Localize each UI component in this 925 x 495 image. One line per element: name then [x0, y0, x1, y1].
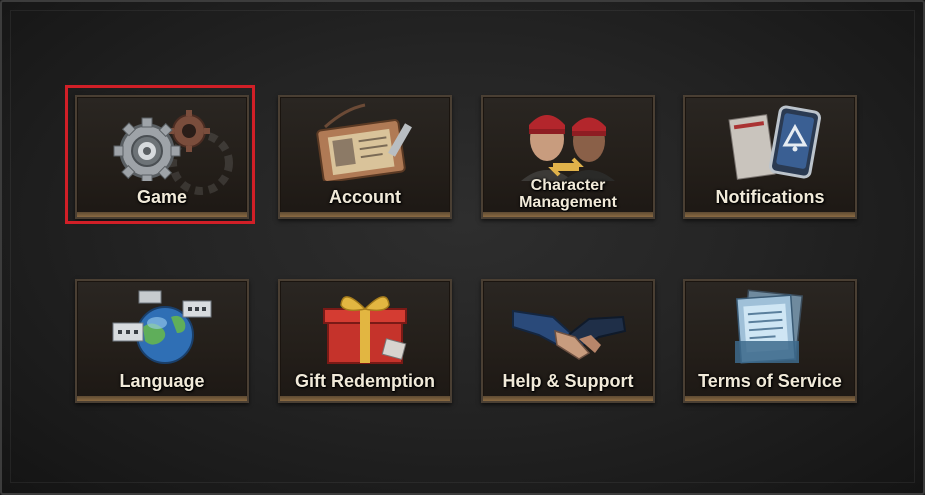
tile-label: Terms of Service: [698, 371, 842, 391]
tile-notifications[interactable]: Notifications: [683, 95, 857, 219]
tile-character-management[interactable]: Character Management: [481, 95, 655, 219]
tile-language[interactable]: Language: [75, 279, 249, 403]
panel-frame: [10, 10, 915, 483]
tile-label: Notifications: [715, 187, 825, 207]
character-swap-icon: [521, 115, 615, 181]
tile-gift-redemption[interactable]: Gift Redemption: [278, 279, 452, 403]
tile-terms-of-service[interactable]: Terms of Service: [683, 279, 857, 403]
selection-highlight: [65, 85, 255, 224]
documents-icon: [735, 289, 804, 364]
settings-panel: Game Account Character Management Notifi…: [0, 0, 925, 495]
tile-label: Gift Redemption: [295, 371, 435, 391]
tile-label: Help & Support: [502, 371, 634, 391]
tile-help-support[interactable]: Help & Support: [481, 279, 655, 403]
tile-label-line-1: Character: [530, 177, 606, 194]
tile-account[interactable]: Account: [278, 95, 452, 219]
tile-label-line-2: Management: [519, 194, 617, 211]
tile-label: Language: [119, 371, 205, 391]
globe-chat-icon: [112, 290, 212, 364]
tile-label: Account: [329, 187, 401, 207]
tile-label: Character Management: [483, 177, 653, 211]
gift-box-icon: [323, 296, 407, 364]
phone-bell-icon: [728, 105, 821, 180]
id-card-icon: [316, 103, 412, 181]
handshake-icon: [512, 309, 627, 360]
